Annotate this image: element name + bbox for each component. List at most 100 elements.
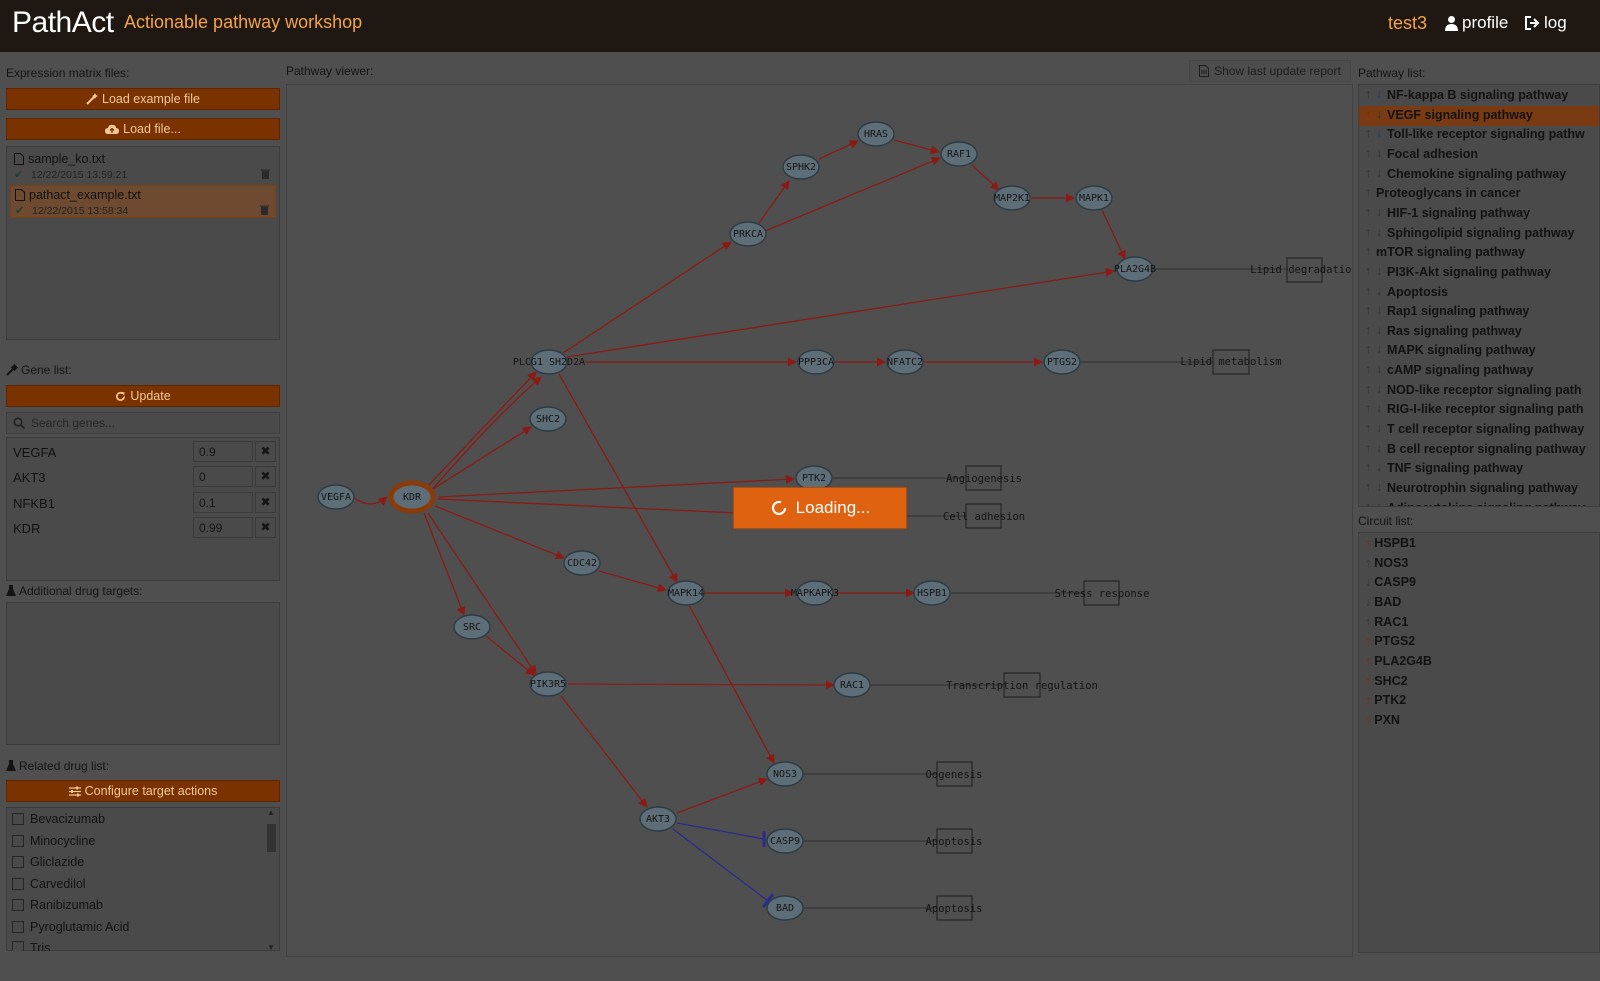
pathway-item[interactable]: ↑ ↓ Toll-like receptor signaling pathw xyxy=(1359,125,1599,145)
label-oogenesis: Oogenesis xyxy=(926,769,983,781)
configure-label: Configure target actions xyxy=(84,784,218,798)
drug-checkbox[interactable] xyxy=(12,835,24,847)
pathway-name: RIG-I-like receptor signaling path xyxy=(1387,402,1584,417)
file-icon xyxy=(15,189,25,201)
logout-link[interactable]: log xyxy=(1524,13,1567,33)
app-logo[interactable]: PathAct xyxy=(12,6,114,40)
gene-value-input[interactable]: 0.1 xyxy=(193,492,253,513)
drug-item[interactable]: Pyroglutamic Acid xyxy=(12,920,129,934)
pathway-item[interactable]: ↑ ↓ Focal adhesion xyxy=(1359,145,1599,165)
circuit-item[interactable]: ↓ CASP9 xyxy=(1365,575,1416,589)
circuit-item[interactable]: ↑ PTGS2 xyxy=(1365,634,1415,648)
pathway-item[interactable]: ↑ mTOR signaling pathway xyxy=(1359,243,1599,263)
pathway-item[interactable]: ↑ ↓ NF-kappa B signaling pathway xyxy=(1359,86,1599,106)
drug-list-scrollbar[interactable]: ▲ ▼ xyxy=(266,808,277,950)
app-subtitle: Actionable pathway workshop xyxy=(124,12,363,32)
pathway-name: mTOR signaling pathway xyxy=(1376,245,1526,260)
scrollbar-thumb[interactable] xyxy=(267,824,276,852)
configure-targets-button[interactable]: Configure target actions xyxy=(6,780,280,802)
circuit-name: BAD xyxy=(1374,594,1402,609)
pathway-item[interactable]: ↑ ↓ Chemokine signaling pathway xyxy=(1359,165,1599,185)
drug-item[interactable]: Minocycline xyxy=(12,834,95,848)
load-example-button[interactable]: Load example file xyxy=(6,88,280,110)
label-cell-adhesion: Cell adhesion xyxy=(943,511,1025,523)
pathway-item[interactable]: ↑ ↓ T cell receptor signaling pathway xyxy=(1359,420,1599,440)
drug-checkbox[interactable] xyxy=(12,813,24,825)
show-report-button[interactable]: Show last update report xyxy=(1189,60,1351,82)
gene-value-input[interactable]: 0.9 xyxy=(193,441,253,462)
trash-icon[interactable] xyxy=(261,169,270,179)
drug-checkbox[interactable] xyxy=(12,856,24,868)
file-item-sample-ko[interactable]: sample_ko.txt ✔ 12/22/2015 13:59:21 xyxy=(10,150,276,183)
search-placeholder: Search genes... xyxy=(31,416,116,430)
pathway-item[interactable]: ↑ ↓ NOD-like receptor signaling path xyxy=(1359,381,1599,401)
scroll-down-icon[interactable]: ▼ xyxy=(267,943,275,950)
drug-item[interactable]: Gliclazide xyxy=(12,855,84,869)
function-boxes: Lipid degradation Lipid metabolism Angio… xyxy=(926,257,1352,921)
pathway-item[interactable]: ↑ ↓ Sphingolipid signaling pathway xyxy=(1359,224,1599,244)
edge-plcg1-prkca xyxy=(562,241,732,354)
pathway-item[interactable]: ↑ Proteoglycans in cancer xyxy=(1359,184,1599,204)
remove-gene-button[interactable]: ✖ xyxy=(255,517,276,538)
up-arrow-icon: ↑ xyxy=(1365,342,1372,357)
additional-targets-input[interactable] xyxy=(6,602,280,745)
pathway-item[interactable]: ↑ ↓ B cell receptor signaling pathway xyxy=(1359,440,1599,460)
down-arrow-icon: ↓ xyxy=(1376,263,1383,278)
edge-kdr-shc2 xyxy=(432,426,532,490)
up-arrow-icon: ↑ xyxy=(1365,673,1372,688)
gene-name: NFKB1 xyxy=(13,496,55,511)
circuit-item[interactable]: ↑ PXN xyxy=(1365,713,1400,727)
node-label-ppp3ca: PPP3CA xyxy=(798,357,834,368)
pathway-item[interactable]: ↑ ↓ cAMP signaling pathway xyxy=(1359,361,1599,381)
pathway-item[interactable]: ↑ ↓ VEGF signaling pathway xyxy=(1359,105,1599,126)
gene-search-input[interactable]: Search genes... xyxy=(6,412,280,434)
drug-item[interactable]: Ranibizumab xyxy=(12,898,103,912)
remove-gene-button[interactable]: ✖ xyxy=(255,441,276,462)
pathway-list-panel: ↑ ↓ NF-kappa B signaling pathway ↑ ↓ VEGF sig… xyxy=(1358,84,1600,507)
gene-value-input[interactable]: 0.99 xyxy=(193,517,253,538)
drug-checkbox[interactable] xyxy=(12,921,24,933)
pathway-item[interactable]: ↑ ↓ Adipocytokine signaling pathway xyxy=(1359,499,1599,506)
node-label-mapkapk3: MAPKAPK3 xyxy=(791,588,839,599)
drug-checkbox[interactable] xyxy=(12,878,24,890)
pathway-item[interactable]: ↑ ↓ MAPK signaling pathway xyxy=(1359,341,1599,361)
pathway-item[interactable]: ↑ ↓ Ras signaling pathway xyxy=(1359,322,1599,342)
circuit-item[interactable]: ↑ PLA2G4B xyxy=(1365,654,1432,668)
pathway-item[interactable]: ↑ ↓ PI3K-Akt signaling pathway xyxy=(1359,263,1599,283)
drug-item[interactable]: Tris xyxy=(12,941,50,951)
down-arrow-icon: ↓ xyxy=(1376,381,1383,396)
expression-label: Expression matrix files: xyxy=(6,66,130,80)
update-button[interactable]: Update xyxy=(6,385,280,407)
gene-value-input[interactable]: 0 xyxy=(193,466,253,487)
sliders-icon xyxy=(68,786,81,796)
circuit-item[interactable]: ↑ NOS3 xyxy=(1365,556,1408,570)
drug-item[interactable]: Bevacizumab xyxy=(12,812,105,826)
edge-akt3-nos3 xyxy=(676,777,768,814)
circuit-item[interactable]: ↑ HSPB1 xyxy=(1365,536,1416,550)
pathway-name: HIF-1 signaling pathway xyxy=(1387,205,1531,220)
remove-gene-button[interactable]: ✖ xyxy=(255,492,276,513)
circuit-item[interactable]: ↑ RAC1 xyxy=(1365,615,1408,629)
pathway-item[interactable]: ↑ ↓ RIG-I-like receptor signaling path xyxy=(1359,400,1599,420)
circuit-item[interactable]: ↑ SHC2 xyxy=(1365,674,1408,688)
pathway-item[interactable]: ↑ ↓ TNF signaling pathway xyxy=(1359,459,1599,479)
trash-icon[interactable] xyxy=(260,205,269,215)
load-file-button[interactable]: Load file... xyxy=(6,118,280,140)
circuit-list-label: Circuit list: xyxy=(1358,514,1414,528)
pathway-item[interactable]: ↑ ↓ Neurotrophin signaling pathway xyxy=(1359,479,1599,499)
pathway-item[interactable]: ↑ ↓ HIF-1 signaling pathway xyxy=(1359,204,1599,224)
pathway-item[interactable]: ↑ ↓ Apoptosis xyxy=(1359,283,1599,303)
pathway-item[interactable]: ↑ ↓ Rap1 signaling pathway xyxy=(1359,302,1599,322)
drug-checkbox[interactable] xyxy=(12,899,24,911)
remove-gene-button[interactable]: ✖ xyxy=(255,466,276,487)
circuit-name: CASP9 xyxy=(1374,575,1416,590)
drug-item[interactable]: Carvedilol xyxy=(12,877,86,891)
profile-link[interactable]: profile xyxy=(1444,13,1508,33)
pathway-name: PI3K-Akt signaling pathway xyxy=(1387,264,1551,279)
scroll-up-icon[interactable]: ▲ xyxy=(267,808,275,817)
drug-checkbox[interactable] xyxy=(12,941,24,951)
circuit-item[interactable]: ↑ PTK2 xyxy=(1365,693,1406,707)
file-item-pathact-example[interactable]: pathact_example.txt ✔ 12/22/2015 13:58:3… xyxy=(10,185,276,218)
circuit-item[interactable]: ↓ BAD xyxy=(1365,595,1401,609)
node-label-rac1: RAC1 xyxy=(840,680,864,691)
